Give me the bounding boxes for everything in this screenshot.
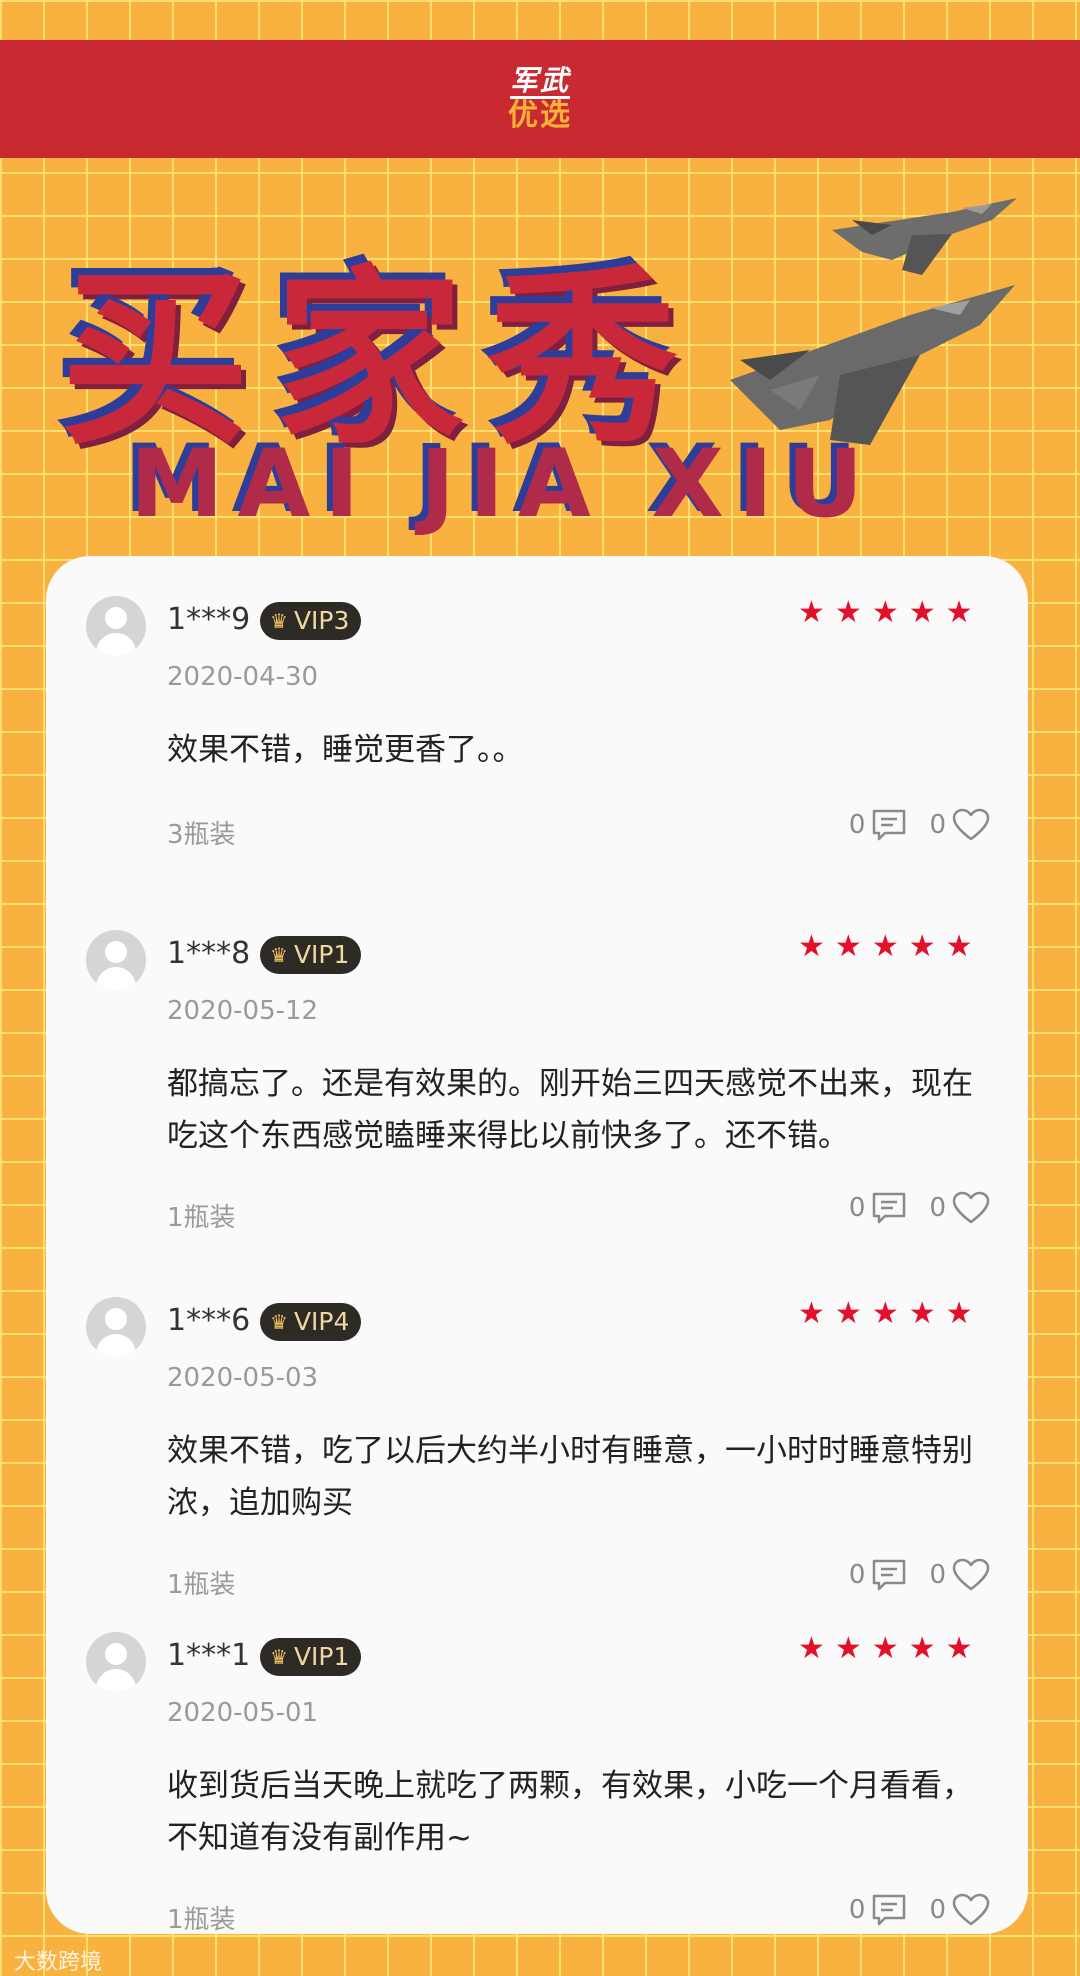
- vip-badge: ♛ VIP1: [260, 1638, 362, 1676]
- star-rating: ★ ★ ★ ★ ★: [798, 1299, 973, 1329]
- like-button[interactable]: 0: [929, 1893, 990, 1927]
- star-icon: ★: [798, 929, 825, 964]
- star-icon: ★: [798, 1296, 825, 1331]
- like-button[interactable]: 0: [929, 1191, 990, 1225]
- star-icon: ★: [798, 595, 825, 630]
- comment-button[interactable]: 0: [849, 1191, 908, 1225]
- product-spec: 3瓶装: [167, 820, 236, 850]
- fighter-jet-large-icon: [730, 285, 1015, 445]
- star-icon: ★: [945, 595, 973, 630]
- like-count: 0: [929, 1193, 946, 1223]
- comment-button[interactable]: 0: [849, 1558, 908, 1592]
- heart-icon: [952, 1893, 990, 1927]
- top-banner: 军武 优选: [0, 40, 1080, 158]
- crown-icon: ♛: [270, 1310, 288, 1334]
- product-spec: 1瓶装: [167, 1203, 236, 1233]
- review-actions: 0 0: [849, 1893, 990, 1927]
- comment-count: 0: [848, 1193, 866, 1223]
- star-icon: ★: [908, 595, 936, 630]
- review-text: 效果不错，睡觉更香了。。: [167, 732, 524, 768]
- review-text: 效果不错，吃了以后大约半小时有睡意，一小时时睡意特别浓，追加购买: [167, 1433, 973, 1521]
- comment-button[interactable]: 0: [849, 808, 908, 842]
- review-actions: 0 0: [849, 808, 990, 842]
- star-icon: ★: [908, 1631, 936, 1666]
- star-icon: ★: [834, 595, 862, 630]
- star-icon: ★: [871, 929, 899, 964]
- star-icon: ★: [871, 1296, 899, 1331]
- product-spec: 1瓶装: [167, 1570, 236, 1600]
- product-spec: 1瓶装: [167, 1905, 236, 1934]
- comment-count: 0: [848, 1895, 866, 1925]
- heart-icon: [952, 1558, 990, 1592]
- like-button[interactable]: 0: [929, 808, 990, 842]
- review-text: 收到货后当天晚上就吃了两颗，有效果，小吃一个月看看，不知道有没有副作用~: [167, 1768, 973, 1856]
- star-icon: ★: [908, 929, 936, 964]
- like-count: 0: [929, 1560, 946, 1590]
- star-icon: ★: [871, 595, 899, 630]
- fighter-jet-small-icon: [832, 198, 1017, 275]
- star-rating: ★ ★ ★ ★ ★: [798, 932, 973, 962]
- star-icon: ★: [798, 1631, 825, 1666]
- comment-icon: [871, 1558, 907, 1592]
- review-actions: 0 0: [849, 1191, 990, 1225]
- reviewer-name: 1***9: [167, 602, 251, 637]
- crown-icon: ♛: [270, 943, 288, 967]
- review-date: 2020-05-01: [167, 1698, 319, 1728]
- star-rating: ★ ★ ★ ★ ★: [798, 1634, 973, 1664]
- review-actions: 0 0: [849, 1558, 990, 1592]
- crown-icon: ♛: [270, 1645, 288, 1669]
- reviewer-name: 1***6: [167, 1303, 251, 1338]
- review-date: 2020-04-30: [167, 662, 319, 692]
- star-icon: ★: [834, 929, 862, 964]
- review-text: 都搞忘了。还是有效果的。刚开始三四天感觉不出来，现在吃这个东西感觉瞌睡来得比以前…: [167, 1066, 973, 1154]
- comment-icon: [871, 808, 907, 842]
- star-icon: ★: [871, 1631, 899, 1666]
- vip-badge: ♛ VIP3: [260, 602, 362, 640]
- comment-count: 0: [848, 1560, 866, 1590]
- star-icon: ★: [908, 1296, 936, 1331]
- comment-icon: [871, 1191, 907, 1225]
- star-icon: ★: [834, 1631, 862, 1666]
- brand-logo-bottom: 优选: [508, 98, 572, 134]
- star-icon: ★: [945, 1631, 973, 1666]
- star-icon: ★: [834, 1296, 862, 1331]
- vip-badge: ♛ VIP1: [260, 936, 362, 974]
- reviewer-name: 1***1: [167, 1638, 251, 1673]
- star-icon: ★: [945, 1296, 973, 1331]
- like-button[interactable]: 0: [929, 1558, 990, 1592]
- reviewer-name: 1***8: [167, 936, 251, 971]
- avatar: [86, 1632, 146, 1692]
- reviews-card: 1***9 ♛ VIP3 ★ ★ ★ ★ ★ 2020-04-30 效果不错，睡觉更香了。…: [46, 556, 1028, 1934]
- heart-icon: [952, 808, 990, 842]
- comment-count: 0: [848, 810, 866, 840]
- brand-logo-top: 军武: [509, 65, 570, 100]
- avatar: [86, 596, 146, 656]
- watermark: 大数跨境: [14, 1950, 103, 1975]
- like-count: 0: [929, 1895, 946, 1925]
- review-date: 2020-05-12: [167, 996, 319, 1026]
- vip-badge: ♛ VIP4: [260, 1303, 362, 1341]
- crown-icon: ♛: [270, 609, 288, 633]
- comment-button[interactable]: 0: [849, 1893, 908, 1927]
- like-count: 0: [929, 810, 946, 840]
- avatar: [86, 1297, 146, 1357]
- review-date: 2020-05-03: [167, 1363, 319, 1393]
- heart-icon: [952, 1191, 990, 1225]
- comment-icon: [871, 1893, 907, 1927]
- avatar: [86, 930, 146, 990]
- star-icon: ★: [945, 929, 973, 964]
- star-rating: ★ ★ ★ ★ ★: [798, 598, 973, 628]
